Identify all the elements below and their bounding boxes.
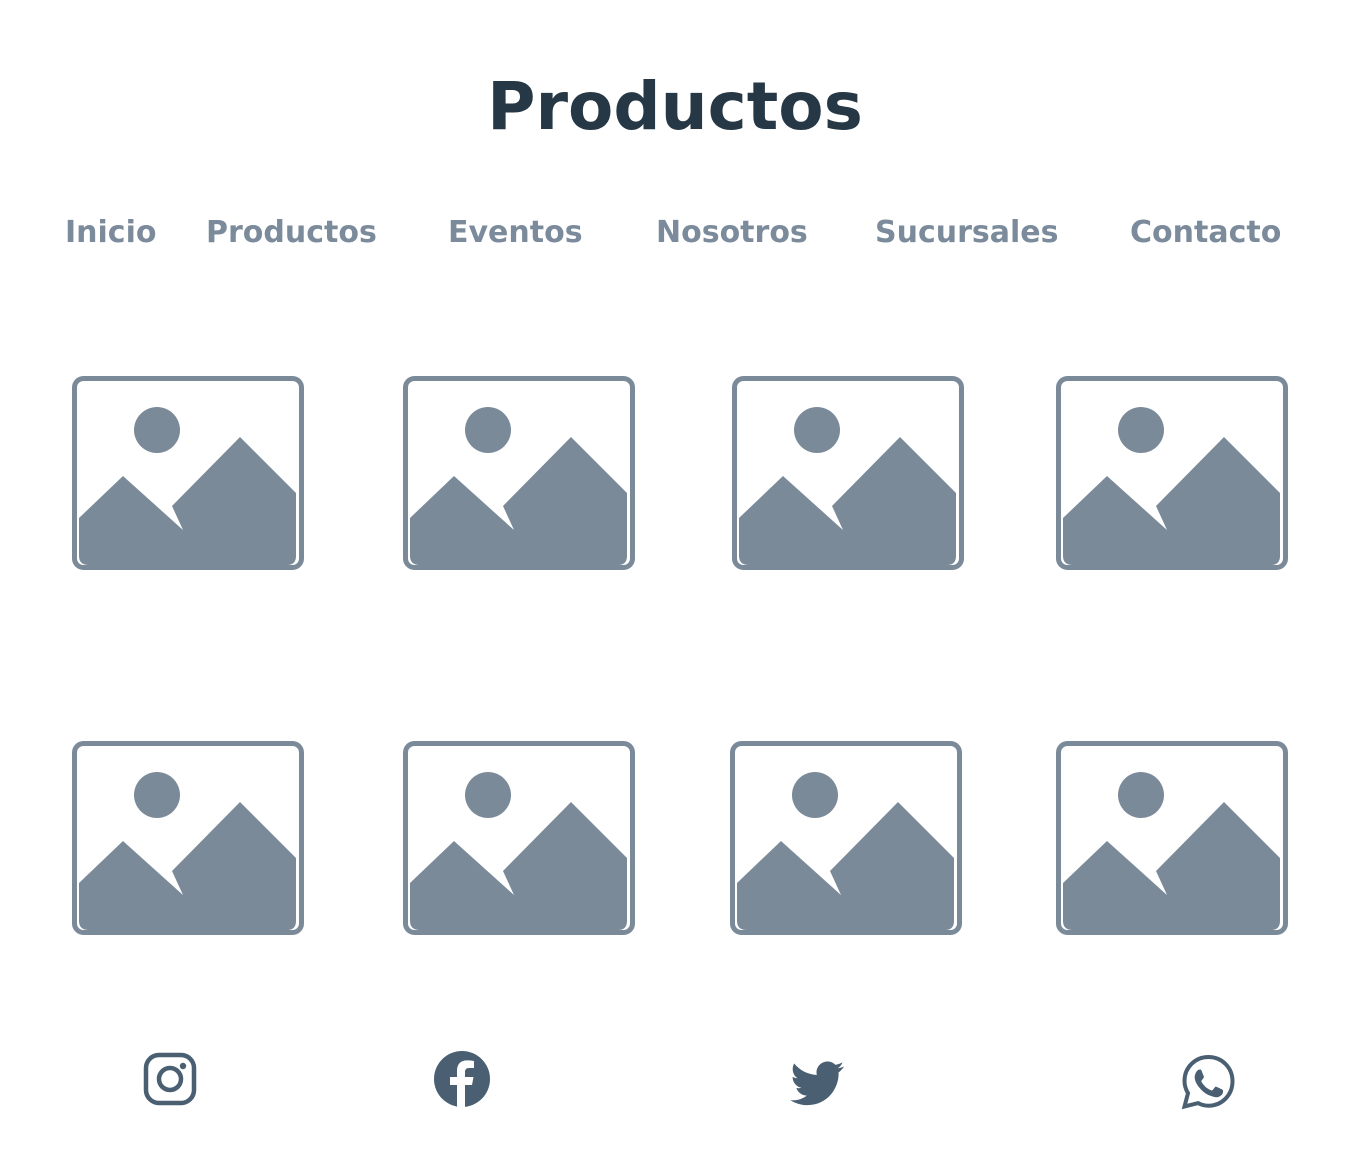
twitter-link[interactable] xyxy=(788,1056,846,1114)
image-placeholder-icon xyxy=(403,741,635,935)
twitter-icon xyxy=(788,1056,846,1114)
facebook-link[interactable] xyxy=(433,1050,491,1108)
product-image-placeholder[interactable] xyxy=(1056,376,1288,570)
instagram-link[interactable] xyxy=(141,1050,199,1108)
product-image-placeholder[interactable] xyxy=(403,376,635,570)
product-image-placeholder[interactable] xyxy=(72,376,304,570)
image-placeholder-icon xyxy=(1056,376,1288,570)
instagram-icon xyxy=(141,1050,199,1108)
image-placeholder-icon xyxy=(72,741,304,935)
facebook-icon xyxy=(433,1050,491,1108)
image-placeholder-icon xyxy=(1056,741,1288,935)
nav-link-eventos[interactable]: Eventos xyxy=(448,213,583,253)
product-image-placeholder[interactable] xyxy=(730,741,962,935)
product-image-placeholder[interactable] xyxy=(403,741,635,935)
whatsapp-icon xyxy=(1179,1053,1237,1111)
nav-link-nosotros[interactable]: Nosotros xyxy=(656,213,808,253)
image-placeholder-icon xyxy=(72,376,304,570)
product-image-placeholder[interactable] xyxy=(1056,741,1288,935)
nav-link-inicio[interactable]: Inicio xyxy=(65,213,156,253)
product-image-placeholder[interactable] xyxy=(732,376,964,570)
image-placeholder-icon xyxy=(732,376,964,570)
whatsapp-link[interactable] xyxy=(1179,1053,1237,1111)
nav-link-contacto[interactable]: Contacto xyxy=(1130,213,1281,253)
page-title: Productos xyxy=(487,68,863,145)
image-placeholder-icon xyxy=(403,376,635,570)
product-image-placeholder[interactable] xyxy=(72,741,304,935)
nav-link-productos[interactable]: Productos xyxy=(206,213,377,253)
nav-link-sucursales[interactable]: Sucursales xyxy=(875,213,1059,253)
image-placeholder-icon xyxy=(730,741,962,935)
